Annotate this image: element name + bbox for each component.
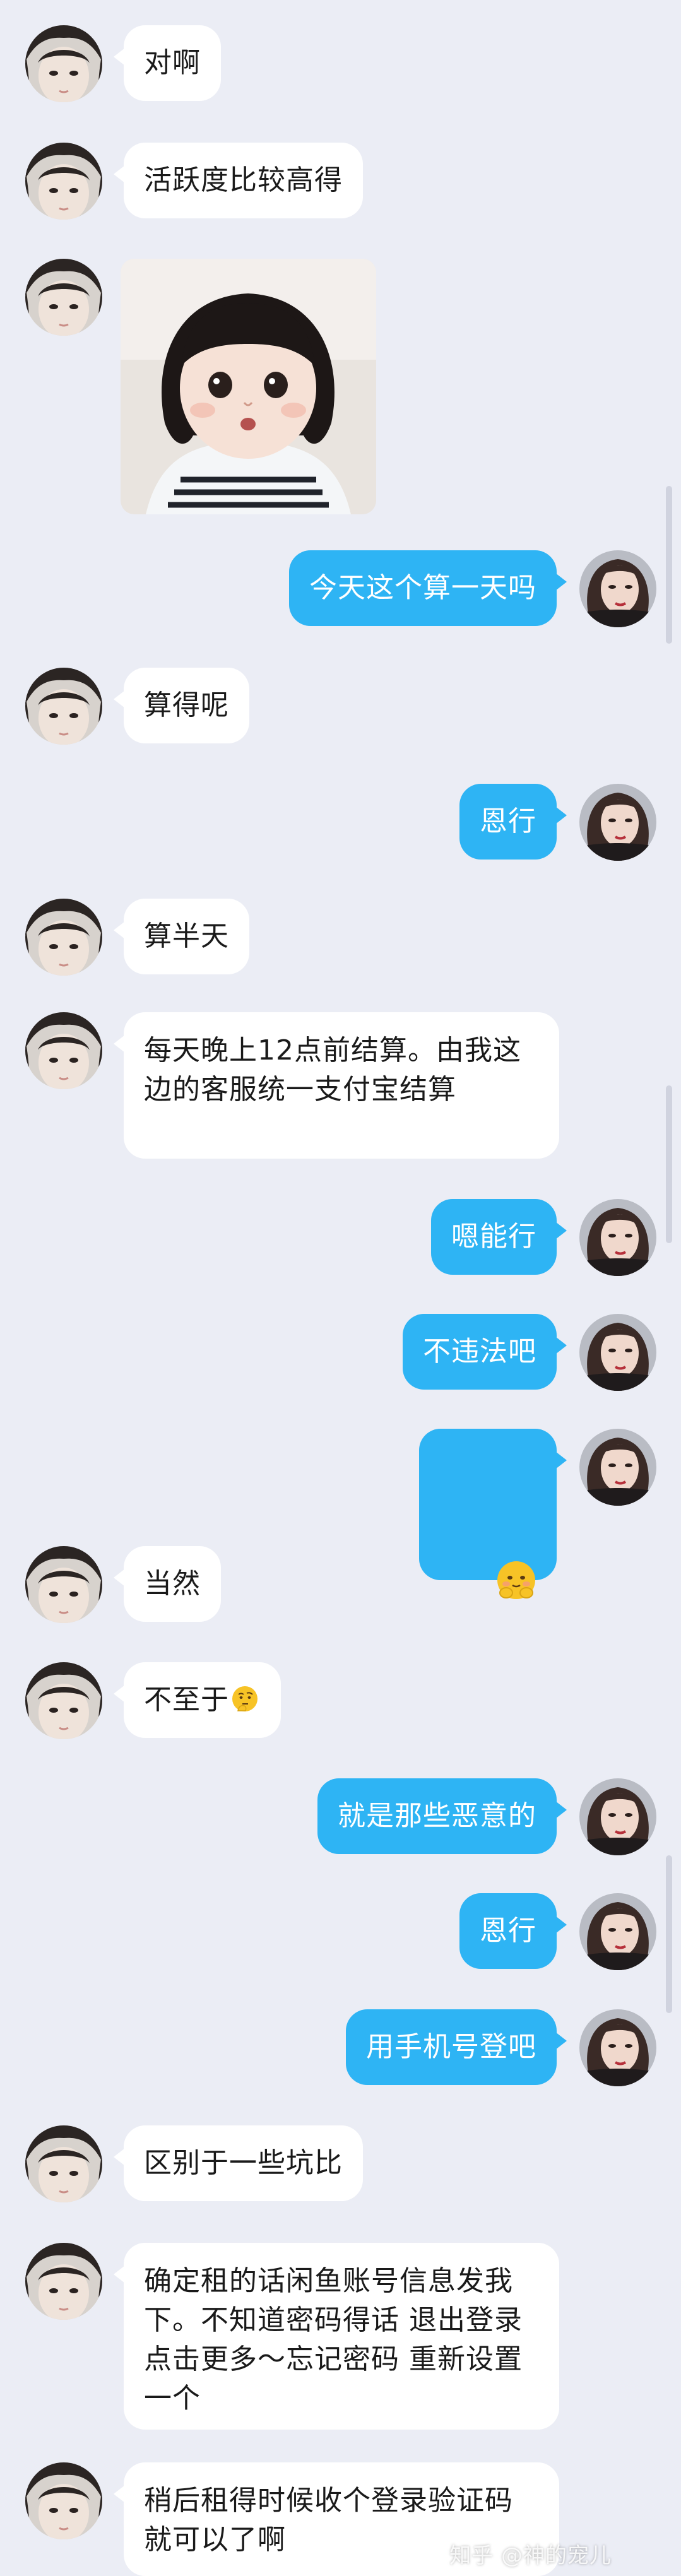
contact-avatar[interactable]: [25, 1546, 102, 1623]
watermark: 知乎 @神的宠儿: [449, 2543, 612, 2568]
message-bubble[interactable]: 恩行: [459, 1893, 567, 1969]
contact-avatar[interactable]: [25, 899, 102, 976]
message-bubble[interactable]: 对啊: [114, 25, 221, 101]
message-bubble[interactable]: 嗯能行: [431, 1199, 567, 1275]
contact-avatar[interactable]: [25, 668, 102, 745]
message-bubble[interactable]: 用手机号登吧: [346, 2009, 567, 2085]
self-avatar[interactable]: [579, 1314, 656, 1391]
contact-avatar[interactable]: [25, 2125, 102, 2202]
message-bubble[interactable]: 区别于一些坑比: [114, 2125, 363, 2201]
scrollbar[interactable]: [666, 1085, 672, 1243]
self-avatar[interactable]: [579, 1429, 656, 1506]
contact-avatar[interactable]: [25, 143, 102, 220]
message-bubble[interactable]: 不违法吧: [403, 1314, 567, 1390]
self-avatar[interactable]: [579, 2009, 656, 2086]
baby-photo[interactable]: [121, 259, 376, 514]
contact-avatar[interactable]: [25, 2243, 102, 2320]
contact-avatar[interactable]: [25, 25, 102, 102]
self-avatar[interactable]: [579, 1199, 656, 1276]
thinking-emoji-icon: [229, 1683, 261, 1715]
chat-thread[interactable]: 对啊 活跃度比较高得 今天这个算一天吗 算得呢 恩行 算半天 每天晚上12点前结…: [0, 0, 681, 2576]
self-avatar[interactable]: [579, 1893, 656, 1970]
contact-avatar[interactable]: [25, 1012, 102, 1089]
self-avatar[interactable]: [579, 1778, 656, 1855]
contact-avatar[interactable]: [25, 2462, 102, 2539]
scrollbar[interactable]: [666, 486, 672, 644]
message-bubble[interactable]: 今天这个算一天吗: [289, 550, 567, 626]
message-bubble[interactable]: 就是那些恶意的: [317, 1778, 567, 1854]
message-bubble[interactable]: 活跃度比较高得: [114, 143, 363, 218]
contact-avatar[interactable]: [25, 1662, 102, 1739]
message-bubble[interactable]: 算半天: [114, 899, 249, 974]
message-bubble[interactable]: 每天晚上12点前结算。由我这边的客服统一支付宝结算: [114, 1012, 559, 1159]
message-bubble[interactable]: 不至于: [114, 1662, 281, 1738]
message-bubble[interactable]: 算得呢: [114, 668, 249, 743]
message-bubble[interactable]: 恩行: [459, 784, 567, 860]
message-bubble[interactable]: [419, 1429, 567, 1599]
message-bubble[interactable]: 确定租的话闲鱼账号信息发我下。不知道密码得话 退出登录 点击更多～忘记密码 重新…: [114, 2243, 559, 2430]
shy-hug-emoji-icon: [492, 1480, 540, 1599]
message-text: 不至于: [144, 1684, 229, 1716]
self-avatar[interactable]: [579, 550, 656, 627]
contact-avatar[interactable]: [25, 259, 102, 336]
message-bubble[interactable]: 当然: [114, 1546, 221, 1622]
self-avatar[interactable]: [579, 784, 656, 861]
scrollbar[interactable]: [666, 1855, 672, 2013]
